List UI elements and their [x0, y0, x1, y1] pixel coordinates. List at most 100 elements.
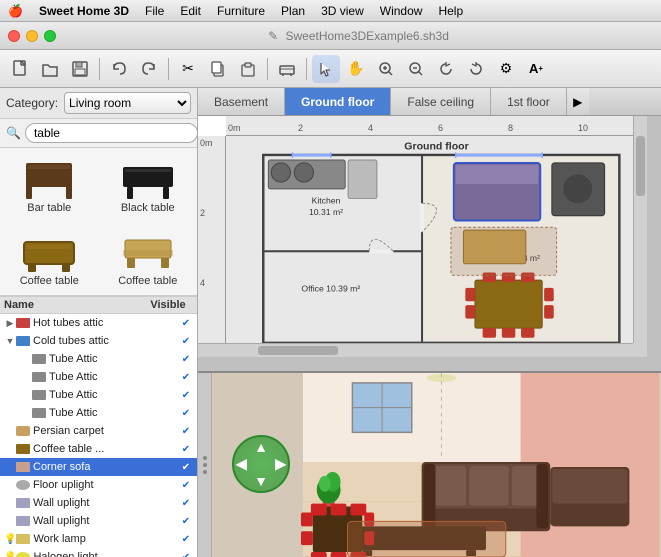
- tube-3-label: Tube Attic: [49, 389, 179, 401]
- corner-sofa-check[interactable]: ✔: [179, 460, 193, 474]
- cold-tubes-check[interactable]: ✔: [179, 334, 193, 348]
- tree-row-cold-tubes[interactable]: ▼ Cold tubes attic ✔: [0, 332, 197, 350]
- tree-row-persian-carpet[interactable]: Persian carpet ✔: [0, 422, 197, 440]
- search-icon: 🔍: [6, 126, 21, 140]
- open-button[interactable]: [36, 55, 64, 83]
- text-size-button[interactable]: A+: [522, 55, 550, 83]
- nav-up-arrow[interactable]: ▲: [254, 439, 268, 455]
- menu-window[interactable]: Window: [380, 4, 423, 18]
- scrollbar-thumb-v[interactable]: [636, 136, 645, 196]
- close-button[interactable]: [8, 30, 20, 42]
- tree-row-floor-uplight[interactable]: Floor uplight ✔: [0, 476, 197, 494]
- menu-3dview[interactable]: 3D view: [321, 4, 364, 18]
- tree-row-wall-uplight-1[interactable]: Wall uplight ✔: [0, 494, 197, 512]
- halogen-light-icon: 💡: [4, 552, 16, 557]
- menu-edit[interactable]: Edit: [180, 4, 201, 18]
- tab-more-button[interactable]: ▶: [567, 88, 589, 115]
- menu-file[interactable]: File: [145, 4, 164, 18]
- pan-button[interactable]: ✋: [342, 55, 370, 83]
- tree-row-halogen-light[interactable]: 💡 Halogen light ... ✔: [0, 548, 197, 557]
- tree-row-coffee-table[interactable]: Coffee table ... ✔: [0, 440, 197, 458]
- floor-uplight-check[interactable]: ✔: [179, 478, 193, 492]
- tube-1-check[interactable]: ✔: [179, 352, 193, 366]
- floorplan-svg-wrapper[interactable]: Ground floor Kitchen 10.31 m² Office 10.…: [226, 136, 647, 357]
- scrollbar-thumb-h[interactable]: [258, 346, 338, 355]
- redo-button[interactable]: [135, 55, 163, 83]
- tube-3-check[interactable]: ✔: [179, 388, 193, 402]
- rotate-button[interactable]: [432, 55, 460, 83]
- halogen-light-check[interactable]: ✔: [179, 550, 193, 557]
- ruler-mark-0m: 0m: [228, 123, 241, 133]
- navigation-arrows[interactable]: ▲ ▼ ◀ ▶: [232, 435, 292, 495]
- menu-plan[interactable]: Plan: [281, 4, 305, 18]
- tab-ground-floor[interactable]: Ground floor: [285, 88, 391, 115]
- tab-basement[interactable]: Basement: [198, 88, 285, 115]
- tree-toggle-hot-tubes[interactable]: ▶: [4, 318, 16, 329]
- tube-4-check[interactable]: ✔: [179, 406, 193, 420]
- minimize-button[interactable]: [26, 30, 38, 42]
- search-input[interactable]: [25, 123, 198, 143]
- reverse-button[interactable]: [462, 55, 490, 83]
- ruler-mark-10: 10: [578, 123, 588, 133]
- ruler-horizontal: 0m 2 4 6 8 10: [226, 116, 647, 136]
- wall-uplight-1-check[interactable]: ✔: [179, 496, 193, 510]
- tree-row-tube-2[interactable]: Tube Attic ✔: [0, 368, 197, 386]
- furniture-item-black-table[interactable]: Black table: [99, 148, 198, 222]
- new-button[interactable]: [6, 55, 34, 83]
- persian-carpet-icon: [16, 426, 30, 436]
- tree-row-work-lamp[interactable]: 💡 Work lamp ✔: [0, 530, 197, 548]
- ruler-mark-4: 4: [368, 123, 373, 133]
- zoom-in-button[interactable]: [372, 55, 400, 83]
- settings-button[interactable]: ⚙: [492, 55, 520, 83]
- tab-false-ceiling[interactable]: False ceiling: [391, 88, 491, 115]
- apple-menu[interactable]: 🍎: [8, 4, 23, 18]
- separator-1: [99, 58, 100, 80]
- view-2d[interactable]: 0m 2 4 6 8 10 0m 2 4 Ground f: [198, 116, 661, 371]
- window-controls: [8, 30, 56, 42]
- menu-furniture[interactable]: Furniture: [217, 4, 265, 18]
- view-3d-resize-handle[interactable]: [198, 373, 212, 557]
- tree-row-tube-3[interactable]: Tube Attic ✔: [0, 386, 197, 404]
- save-button[interactable]: [66, 55, 94, 83]
- copy-button[interactable]: [204, 55, 232, 83]
- menu-help[interactable]: Help: [438, 4, 463, 18]
- scrollbar-horizontal[interactable]: [198, 343, 633, 357]
- category-select[interactable]: Living room Kitchen Bedroom Bathroom Off…: [64, 92, 191, 114]
- paste-button[interactable]: [234, 55, 262, 83]
- svg-text:Kitchen: Kitchen: [312, 195, 341, 205]
- tree-row-tube-1[interactable]: Tube Attic ✔: [0, 350, 197, 368]
- wall-uplight-2-check[interactable]: ✔: [179, 514, 193, 528]
- tree-row-corner-sofa[interactable]: Corner sofa ✔: [0, 458, 197, 476]
- select-button[interactable]: [312, 55, 340, 83]
- tube-2-check[interactable]: ✔: [179, 370, 193, 384]
- tree-row-tube-4[interactable]: Tube Attic ✔: [0, 404, 197, 422]
- tree-toggle-cold-tubes[interactable]: ▼: [4, 336, 16, 346]
- scrollbar-vertical[interactable]: [633, 116, 647, 343]
- right-panel: Basement Ground floor False ceiling 1st …: [198, 88, 661, 557]
- tree-row-hot-tubes[interactable]: ▶ Hot tubes attic ✔: [0, 314, 197, 332]
- main-area: Category: Living room Kitchen Bedroom Ba…: [0, 88, 661, 557]
- nav-left-arrow[interactable]: ◀: [236, 456, 247, 473]
- maximize-button[interactable]: [44, 30, 56, 42]
- furniture-item-coffee-table-2[interactable]: Coffee table: [99, 222, 198, 296]
- zoom-out-button[interactable]: [402, 55, 430, 83]
- view-3d-content[interactable]: ▲ ▼ ◀ ▶: [212, 373, 661, 557]
- cold-tubes-label: Cold tubes attic: [33, 335, 179, 347]
- undo-button[interactable]: [105, 55, 133, 83]
- nav-right-arrow[interactable]: ▶: [275, 456, 286, 473]
- furniture-item-coffee-table-1[interactable]: Coffee table: [0, 222, 99, 296]
- tree-row-wall-uplight-2[interactable]: Wall uplight ✔: [0, 512, 197, 530]
- persian-carpet-check[interactable]: ✔: [179, 424, 193, 438]
- coffee-table-check[interactable]: ✔: [179, 442, 193, 456]
- work-lamp-check[interactable]: ✔: [179, 532, 193, 546]
- ruler-mark-2: 2: [298, 123, 303, 133]
- tab-1st-floor[interactable]: 1st floor: [491, 88, 567, 115]
- add-furniture-button[interactable]: [273, 55, 301, 83]
- hot-tubes-check[interactable]: ✔: [179, 316, 193, 330]
- furniture-item-bar-table[interactable]: Bar table: [0, 148, 99, 222]
- cut-button[interactable]: ✂: [174, 55, 202, 83]
- nav-down-arrow[interactable]: ▼: [254, 473, 268, 489]
- bar-table-label: Bar table: [27, 202, 71, 214]
- doc-icon: ✎: [268, 29, 278, 43]
- coffee-table-tree-icon: [16, 444, 30, 454]
